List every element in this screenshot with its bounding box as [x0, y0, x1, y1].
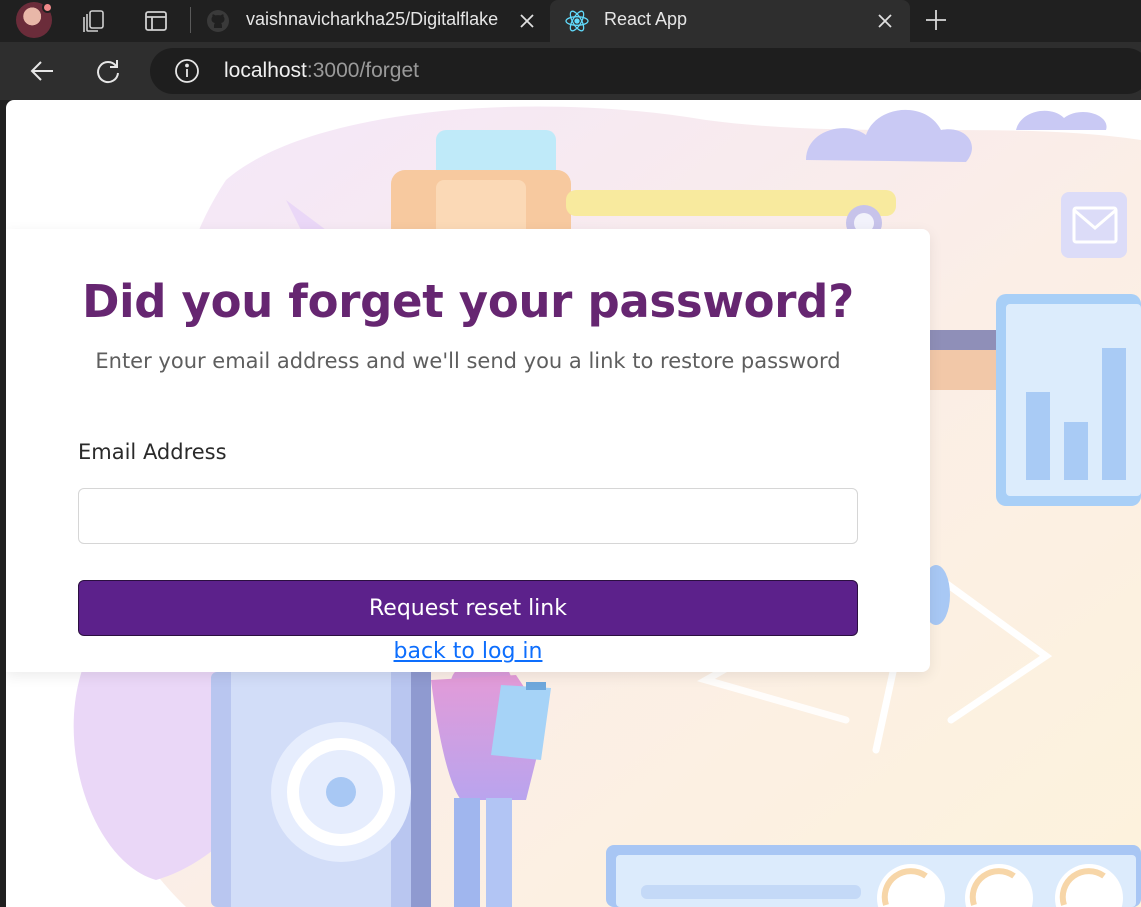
url-host: localhost — [224, 59, 307, 82]
page-subtitle: Enter your email address and we'll send … — [95, 349, 841, 373]
close-tab-icon[interactable] — [874, 10, 896, 32]
url-path: :3000/forget — [306, 59, 419, 82]
vertical-tabs-icon[interactable] — [142, 7, 170, 35]
url-text[interactable]: localhost:3000/forget — [224, 59, 419, 83]
workspaces-icon[interactable] — [80, 7, 108, 35]
request-reset-link-button[interactable]: Request reset link — [78, 580, 858, 636]
address-bar[interactable]: localhost:3000/forget — [150, 48, 1141, 94]
email-label: Email Address — [78, 440, 227, 464]
back-to-login-link[interactable]: back to log in — [6, 639, 930, 664]
plus-icon — [926, 10, 946, 30]
tab-react-app[interactable]: React App — [550, 0, 910, 42]
tab-separator — [190, 7, 191, 33]
github-icon — [206, 9, 230, 37]
refresh-icon — [97, 60, 119, 84]
page-title: Did you forget your password? — [82, 275, 854, 328]
profile-notification-dot — [42, 2, 53, 13]
close-tab-icon[interactable] — [516, 10, 538, 32]
site-info-icon[interactable] — [174, 58, 200, 88]
back-button[interactable] — [25, 54, 59, 88]
new-tab-button[interactable] — [922, 6, 950, 34]
forgot-password-card: Did you forget your password? Enter your… — [6, 229, 930, 672]
browser-toolbar: localhost:3000/forget — [0, 42, 1141, 100]
react-icon — [564, 8, 590, 38]
tab-github[interactable]: vaishnavicharkha25/Digitalflake — [196, 0, 548, 42]
browser-tab-bar: vaishnavicharkha25/Digitalflake React Ap… — [0, 0, 1141, 42]
page-viewport: Did you forget your password? Enter your… — [6, 100, 1141, 907]
refresh-button[interactable] — [91, 54, 125, 88]
arrow-left-icon — [30, 61, 53, 81]
tab-title: React App — [604, 9, 688, 29]
email-input[interactable] — [78, 488, 858, 544]
tab-title: vaishnavicharkha25/Digitalflake — [246, 9, 499, 29]
